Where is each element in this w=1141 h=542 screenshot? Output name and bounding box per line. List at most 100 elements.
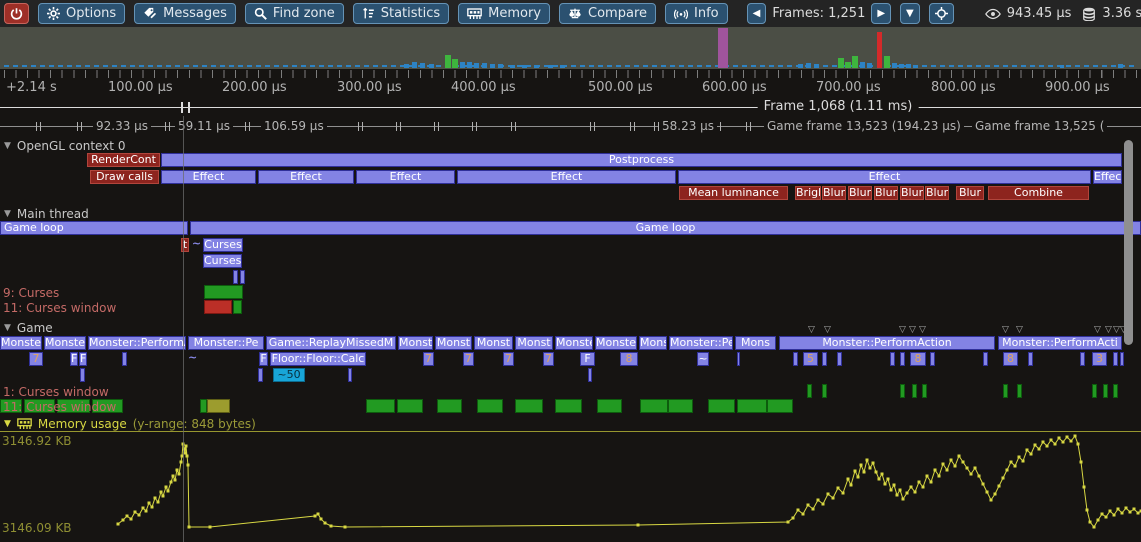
zone-bar[interactable]: Monst — [515, 336, 553, 350]
zone-bar[interactable] — [1092, 384, 1097, 398]
message-marker-icon[interactable]: ▽ — [1016, 326, 1023, 335]
zone-bar[interactable] — [588, 368, 592, 382]
zone-bar[interactable]: Blur — [956, 186, 984, 200]
zone-bar[interactable] — [737, 352, 740, 366]
statistics-button[interactable]: Statistics — [353, 3, 449, 24]
zone-bar[interactable] — [983, 352, 988, 366]
zone-bar[interactable]: Effect — [678, 170, 1091, 184]
zone-bar[interactable] — [890, 352, 895, 366]
histogram-bar[interactable] — [522, 65, 527, 68]
zone-bar[interactable]: Floor::Floor::Calc — [270, 352, 366, 366]
zone-bar[interactable] — [597, 399, 622, 413]
zone-bar[interactable] — [737, 399, 767, 413]
zone-bar[interactable]: Monster::PerformAction — [779, 336, 995, 350]
zone-bar[interactable]: Monster::Pe — [188, 336, 264, 350]
zone-bar[interactable]: Monster::PerformActi — [998, 336, 1122, 350]
vertical-scrollbar[interactable] — [1124, 140, 1133, 345]
histogram-bar[interactable] — [490, 64, 495, 68]
zone-bar[interactable]: Monster::PerformA — [88, 336, 186, 350]
zone-bar[interactable] — [930, 352, 935, 366]
histogram-bar[interactable] — [913, 65, 918, 68]
options-button[interactable]: Options — [38, 3, 125, 24]
zone-bar[interactable]: Monste — [44, 336, 86, 350]
zone-bar[interactable]: Blur — [874, 186, 898, 200]
zone-bar[interactable] — [837, 352, 842, 366]
zone-bar[interactable]: Blur — [925, 186, 949, 200]
zone-bar[interactable]: 3 — [1092, 352, 1107, 366]
zone-bar[interactable]: Blur — [900, 186, 924, 200]
message-marker-icon[interactable]: ▽ — [1094, 326, 1101, 335]
histogram-bar[interactable] — [420, 63, 425, 68]
zone-bar[interactable]: F — [259, 352, 268, 366]
zone-bar[interactable]: Effect — [1093, 170, 1122, 184]
message-marker-icon[interactable]: ▽ — [1002, 326, 1009, 335]
zone-bar[interactable]: 8 — [620, 352, 638, 366]
zone-bar[interactable]: Brigh — [795, 186, 821, 200]
histogram-bar[interactable] — [560, 65, 565, 68]
histogram-bar[interactable] — [845, 62, 851, 68]
goto-frame-button[interactable]: ▼ — [900, 3, 920, 24]
zone-bar[interactable] — [80, 368, 85, 382]
section-header-memory[interactable]: ▼ Memory usage (y-range: 848 bytes) — [4, 417, 256, 431]
zone-bar[interactable]: 7 — [463, 352, 474, 366]
zone-bar[interactable] — [922, 384, 927, 398]
zone-bar[interactable]: RenderCont — [87, 153, 160, 167]
zone-bar[interactable]: ~ — [697, 352, 709, 366]
message-marker-icon[interactable]: ▽ — [1113, 326, 1120, 335]
histogram-bar[interactable] — [899, 64, 904, 68]
zone-bar[interactable]: 7 — [503, 352, 514, 366]
zone-bar[interactable] — [233, 270, 238, 284]
histogram-bar[interactable] — [892, 63, 897, 68]
zone-bar[interactable] — [240, 270, 245, 284]
zone-bar[interactable] — [822, 352, 827, 366]
zone-bar[interactable]: 7 — [29, 352, 43, 366]
zone-bar[interactable]: Game loop — [0, 221, 188, 235]
message-marker-icon[interactable]: ▽ — [909, 326, 916, 335]
zone-bar[interactable]: Combine — [988, 186, 1089, 200]
histogram-bar[interactable] — [474, 63, 479, 68]
histogram-bar[interactable] — [877, 32, 882, 68]
zone-bar[interactable] — [122, 352, 127, 366]
zone-bar[interactable] — [767, 399, 793, 413]
zone-bar[interactable] — [1120, 352, 1124, 366]
zone-bar[interactable]: Game loop — [190, 221, 1141, 235]
zone-bar[interactable]: Monst — [474, 336, 513, 350]
zone-bar[interactable] — [555, 399, 582, 413]
zone-bar[interactable]: Monst — [435, 336, 472, 350]
zone-bar[interactable] — [912, 384, 917, 398]
next-frame-button[interactable]: ▶ — [871, 3, 891, 24]
messages-button[interactable]: Messages — [134, 3, 236, 24]
frame-histogram[interactable] — [0, 27, 1141, 69]
zone-bar[interactable] — [366, 399, 395, 413]
message-marker-icon[interactable]: ▽ — [919, 326, 926, 335]
zone-bar[interactable] — [807, 384, 812, 398]
zone-bar[interactable]: Curses — [203, 238, 243, 252]
zone-bar[interactable]: Mons — [735, 336, 776, 350]
zone-bar[interactable]: Blur — [848, 186, 872, 200]
histogram-bar[interactable] — [510, 65, 515, 68]
zone-bar[interactable] — [900, 384, 905, 398]
histogram-bar[interactable] — [429, 64, 434, 68]
zone-bar[interactable] — [1080, 352, 1085, 366]
zone-bar[interactable]: ~ — [191, 238, 202, 252]
histogram-bar[interactable] — [884, 56, 890, 68]
power-button[interactable] — [4, 3, 29, 24]
histogram-bar[interactable] — [482, 63, 487, 68]
zone-bar[interactable] — [204, 300, 232, 314]
zone-bar[interactable] — [708, 399, 735, 413]
zone-bar[interactable]: Monst — [398, 336, 433, 350]
zone-bar[interactable]: F — [70, 352, 78, 366]
memory-button[interactable]: Memory — [458, 3, 550, 24]
histogram-bar[interactable] — [814, 64, 819, 68]
zone-bar[interactable]: Monste — [555, 336, 593, 350]
histogram-bar[interactable] — [860, 62, 865, 68]
zone-bar[interactable]: Game::ReplayMissedM — [266, 336, 396, 350]
time-axis[interactable]: +2.14 s100.00 µs200.00 µs300.00 µs400.00… — [0, 69, 1141, 97]
zone-bar[interactable] — [348, 368, 352, 382]
prev-frame-button[interactable]: ◀ — [747, 3, 767, 24]
zone-bar[interactable] — [1113, 384, 1118, 398]
zone-bar[interactable]: Effect — [161, 170, 256, 184]
info-button[interactable]: Info — [665, 3, 728, 24]
histogram-bar[interactable] — [467, 62, 472, 68]
zone-bar[interactable] — [515, 399, 543, 413]
